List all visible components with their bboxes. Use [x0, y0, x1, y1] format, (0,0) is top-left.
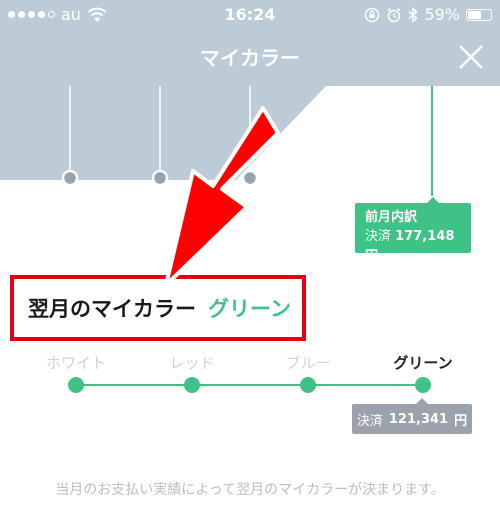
next-month-color-label: 翌月のマイカラー — [28, 297, 196, 321]
status-right: 59% — [364, 5, 492, 24]
step-label-red: レッド — [169, 354, 215, 372]
step-label-green: グリーン — [393, 354, 453, 372]
current-payment-tooltip: 決済 121,341 円 — [352, 398, 472, 434]
threshold-dot — [151, 169, 169, 187]
prev-month-payment: 決済 177,148 円 — [365, 227, 461, 267]
current-unit: 円 — [454, 413, 468, 429]
alarm-icon — [387, 7, 401, 22]
current-label: 決済 — [356, 413, 383, 429]
status-bar: au 16:24 59% — [0, 0, 500, 30]
prev-month-title: 前月内訳 — [365, 210, 418, 225]
threshold-dot — [241, 169, 259, 187]
prev-month-label: 決済 — [365, 229, 392, 244]
close-icon[interactable] — [458, 44, 484, 70]
prev-month-amount: 177,148 — [395, 229, 455, 244]
step-label-white: ホワイト — [45, 354, 107, 372]
tooltip-pointer — [427, 197, 439, 203]
rotation-lock-icon — [365, 7, 380, 22]
step-dot-red — [184, 377, 200, 393]
step-dot-white — [68, 377, 84, 393]
tooltip-pointer — [416, 398, 428, 404]
battery-percent: 59% — [424, 5, 460, 24]
threshold-dot — [61, 169, 79, 187]
battery-icon — [466, 8, 492, 21]
prev-month-unit: 円 — [365, 249, 379, 264]
prev-month-tooltip: 前月内訳 決済 177,148 円 — [355, 197, 471, 264]
step-label-blue: ブルー — [285, 354, 331, 372]
next-month-color-box: 翌月のマイカラー グリーン — [10, 275, 306, 341]
next-month-color-value: グリーン — [208, 297, 291, 321]
step-line — [76, 384, 423, 386]
step-dot-green — [415, 377, 431, 393]
bluetooth-icon — [408, 6, 419, 23]
page-title: マイカラー — [200, 46, 300, 70]
current-amount: 121,341 — [388, 411, 449, 427]
step-dot-blue — [300, 377, 316, 393]
explanation-note: 当月のお支払い実績によって翌月のマイカラーが決まります。 — [55, 482, 445, 498]
